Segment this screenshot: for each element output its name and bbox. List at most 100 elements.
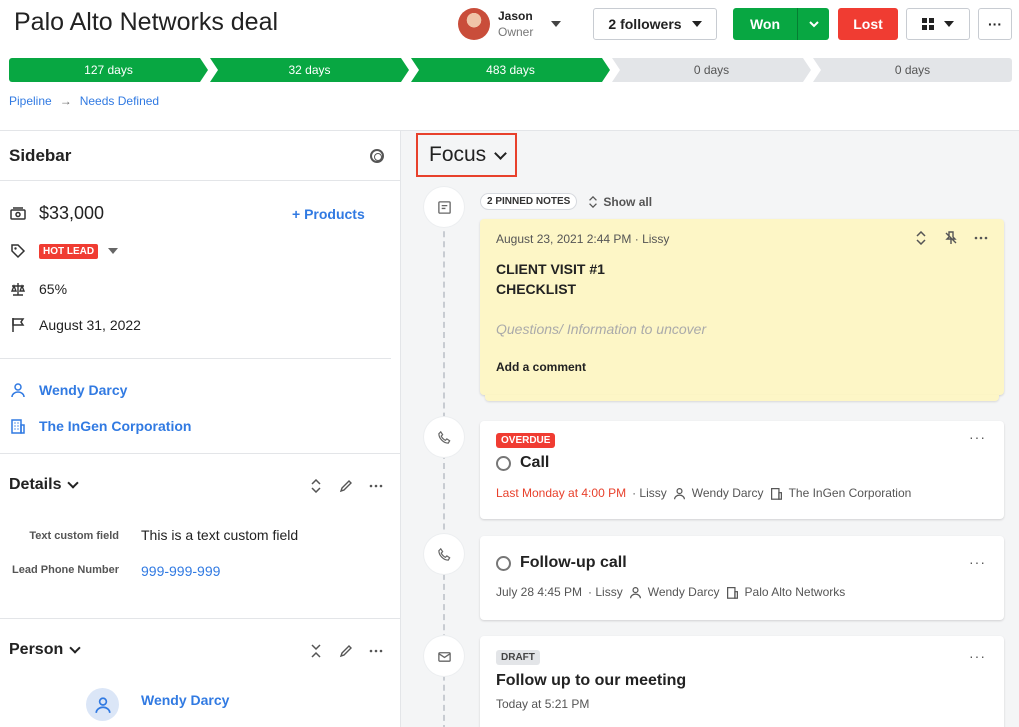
lost-button[interactable]: Lost: [838, 8, 898, 40]
expand-icon: [589, 195, 598, 208]
person-icon: [673, 487, 685, 499]
collapse-icon[interactable]: [309, 644, 323, 658]
focus-dropdown[interactable]: Focus: [416, 133, 517, 177]
building-icon: [9, 417, 27, 435]
expand-collapse-icon[interactable]: [309, 479, 323, 493]
activity-done-checkbox[interactable]: [496, 555, 511, 571]
details-section-toggle[interactable]: Details: [9, 476, 80, 494]
activity-user: · Lissy: [632, 486, 667, 500]
person-name-link[interactable]: Wendy Darcy: [141, 692, 229, 708]
field-label: Text custom field: [29, 530, 119, 542]
activity-time: July 28 4:45 PM: [496, 585, 583, 599]
won-button[interactable]: Won: [733, 8, 797, 40]
pencil-icon[interactable]: [339, 479, 353, 493]
call-timeline-icon: [424, 417, 464, 457]
field-value[interactable]: This is a text custom field: [141, 527, 298, 543]
followers-label: 2 followers: [608, 16, 682, 32]
stage-2[interactable]: 32 days: [210, 58, 409, 82]
activity-user: · Lissy: [588, 585, 623, 599]
caret-down-icon[interactable]: [551, 21, 562, 27]
focus-label: Focus: [429, 143, 487, 166]
activity-meta: July 28 4:45 PM · Lissy Wendy Darcy Palo…: [496, 585, 845, 599]
breadcrumb-pipeline[interactable]: Pipeline: [9, 94, 52, 108]
stage-3[interactable]: 483 days: [411, 58, 610, 82]
email-card[interactable]: DRAFT ··· Follow up to our meeting Today…: [480, 636, 1004, 727]
view-switch-button[interactable]: [906, 8, 970, 40]
breadcrumb-stage[interactable]: Needs Defined: [80, 94, 159, 108]
organization-link[interactable]: The InGen Corporation: [39, 418, 191, 434]
chevron-down-icon: [494, 146, 508, 160]
phone-icon: [437, 547, 450, 561]
activity-org[interactable]: Palo Alto Networks: [745, 585, 846, 599]
scale-icon: [9, 280, 27, 298]
activity-org[interactable]: The InGen Corporation: [789, 486, 912, 500]
deal-header: Palo Alto Networks deal Jason Owner 2 fo…: [0, 0, 1019, 130]
pencil-icon[interactable]: [339, 644, 353, 658]
caret-down-icon[interactable]: [108, 248, 119, 254]
note-icon: [437, 200, 451, 214]
email-subject[interactable]: Follow up to our meeting: [496, 672, 686, 690]
person-icon: [9, 381, 27, 399]
divider: [0, 453, 401, 454]
add-comment-link[interactable]: Add a comment: [496, 360, 586, 374]
more-icon[interactable]: [369, 479, 383, 493]
money-icon: [9, 205, 27, 223]
pinned-note-card[interactable]: August 23, 2021 2:44 PM · Lissy CLIENT V…: [480, 219, 1004, 395]
close-date-value[interactable]: August 31, 2022: [39, 317, 141, 333]
hot-lead-label[interactable]: HOT LEAD: [39, 243, 99, 259]
more-icon[interactable]: ···: [969, 554, 986, 570]
person-icon: [94, 696, 111, 713]
person-link[interactable]: Wendy Darcy: [39, 382, 127, 398]
activity-person[interactable]: Wendy Darcy: [648, 585, 720, 599]
phone-link[interactable]: 999-999-999: [141, 563, 220, 579]
activity-done-checkbox[interactable]: [496, 455, 511, 471]
more-icon[interactable]: [369, 644, 383, 658]
more-icon[interactable]: ···: [969, 429, 986, 445]
person-icon: [629, 586, 641, 598]
add-products-button[interactable]: + Products: [292, 206, 365, 222]
probability-row: 65%: [9, 280, 67, 298]
followers-button[interactable]: 2 followers: [593, 8, 717, 40]
deal-value-row: $33,000: [9, 203, 104, 224]
note-heading-line: CLIENT VISIT #1: [496, 261, 605, 277]
note-timeline-icon: [424, 187, 464, 227]
activity-title-row: Follow-up call: [496, 554, 627, 572]
probability-value[interactable]: 65%: [39, 281, 67, 297]
divider: [0, 618, 401, 619]
won-dropdown-button[interactable]: [797, 8, 829, 40]
owner-name: Jason: [498, 9, 533, 23]
activity-card[interactable]: ··· Follow-up call July 28 4:45 PM · Lis…: [480, 536, 1004, 620]
pinned-notes-header: 2 PINNED NOTES Show all: [480, 193, 652, 210]
activity-person[interactable]: Wendy Darcy: [692, 486, 764, 500]
person-section-toggle[interactable]: Person: [9, 641, 81, 659]
more-icon[interactable]: ···: [969, 648, 986, 664]
gear-icon[interactable]: [370, 148, 384, 163]
draft-badge: DRAFT: [496, 650, 540, 665]
activity-title[interactable]: Follow-up call: [520, 554, 627, 572]
show-all-label: Show all: [603, 194, 653, 209]
person-link-row: Wendy Darcy: [9, 381, 127, 399]
more-icon[interactable]: [974, 231, 988, 245]
stage-5[interactable]: 0 days: [813, 58, 1012, 82]
caret-down-icon: [691, 21, 702, 27]
owner-avatar: [458, 8, 490, 40]
stage-1[interactable]: 127 days: [9, 58, 208, 82]
details-title: Details: [9, 476, 62, 493]
activity-card[interactable]: OVERDUE ··· Call Last Monday at 4:00 PM …: [480, 421, 1004, 519]
field-label: Lead Phone Number: [12, 564, 119, 576]
caret-down-icon: [944, 21, 954, 27]
more-actions-button[interactable]: ···: [978, 8, 1012, 40]
person-section-title: Person: [9, 641, 64, 658]
owner-selector[interactable]: Jason Owner: [458, 8, 562, 40]
stage-4[interactable]: 0 days: [612, 58, 811, 82]
activity-title-row: Call: [496, 454, 549, 472]
activity-meta: Last Monday at 4:00 PM · Lissy Wendy Dar…: [496, 486, 911, 500]
activity-title[interactable]: Call: [520, 454, 549, 472]
unpin-icon[interactable]: [944, 231, 958, 245]
deal-value[interactable]: $33,000: [39, 203, 104, 224]
expand-icon[interactable]: [914, 231, 928, 245]
show-all-button[interactable]: Show all: [587, 195, 652, 209]
main-panel: Focus 2 PINNED NOTES Show all August 23,…: [401, 130, 1019, 727]
note-faded-text: Questions/ Information to uncover: [496, 321, 707, 337]
overdue-badge: OVERDUE: [496, 433, 556, 448]
